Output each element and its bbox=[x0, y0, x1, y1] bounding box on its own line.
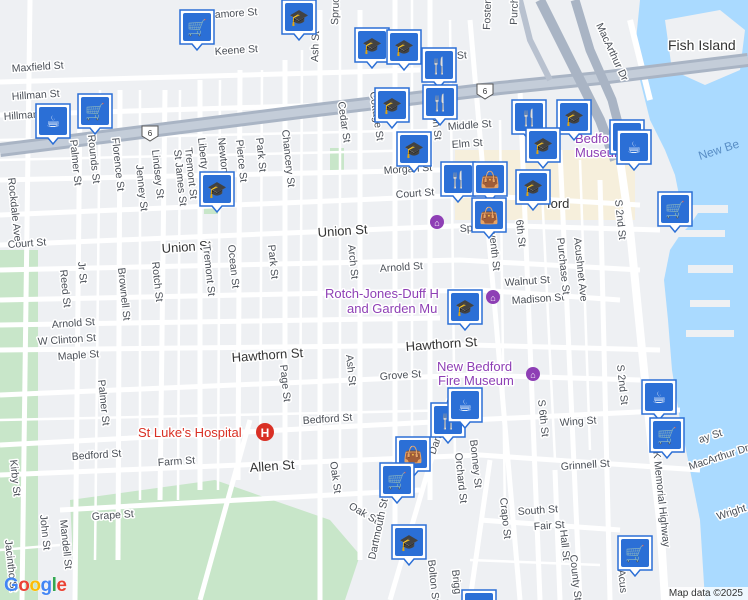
shopping-marker[interactable]: 👜 bbox=[471, 197, 507, 240]
school-icon: 🎓 bbox=[533, 136, 553, 155]
school-icon: 🎓 bbox=[382, 96, 402, 115]
grocery-marker[interactable]: 🛒 bbox=[649, 417, 685, 460]
svg-text:New Bedford: New Bedford bbox=[437, 359, 512, 374]
shopping-marker[interactable]: 👜 bbox=[472, 161, 508, 204]
street-label: Jr St bbox=[75, 261, 89, 284]
school-icon: 🎓 bbox=[289, 8, 309, 27]
grocery-marker[interactable]: 🛒 bbox=[179, 9, 215, 52]
street-label: Elm St bbox=[451, 137, 483, 151]
school-icon: 🎓 bbox=[455, 298, 475, 317]
grocery-marker[interactable]: 🛒 bbox=[657, 191, 693, 234]
street-label: Purch bbox=[508, 0, 521, 25]
svg-text:and Garden Mu: and Garden Mu bbox=[347, 301, 437, 316]
cafe-marker[interactable]: ☕ bbox=[35, 103, 71, 146]
grocery-marker[interactable]: 🛒 bbox=[617, 535, 653, 578]
school-marker[interactable]: 🎓 bbox=[281, 0, 317, 42]
school-icon: 🎓 bbox=[394, 38, 414, 57]
cafe-marker[interactable]: ☕ bbox=[616, 129, 652, 172]
svg-text:St Luke's Hospital: St Luke's Hospital bbox=[138, 425, 242, 440]
grocery-icon: 🛒 bbox=[665, 200, 685, 219]
cafe-marker[interactable]: ☕ bbox=[641, 379, 677, 422]
school-icon: 🎓 bbox=[399, 533, 419, 552]
restaurant-marker[interactable]: 🍴 bbox=[440, 161, 476, 204]
grocery-marker[interactable]: 🛒 bbox=[379, 462, 415, 505]
school-icon: 🎓 bbox=[404, 140, 424, 159]
place-label: Fish Island bbox=[668, 37, 736, 53]
svg-text:6: 6 bbox=[483, 87, 488, 96]
grocery-icon: 🛒 bbox=[387, 471, 407, 490]
school-marker[interactable]: 🎓 bbox=[461, 589, 497, 600]
street-label: Foster St bbox=[481, 0, 494, 30]
restaurant-marker[interactable]: 🍴 bbox=[421, 47, 457, 90]
cafe-icon: ☕ bbox=[46, 112, 60, 131]
google-logo: Google bbox=[4, 575, 67, 597]
school-marker[interactable]: 🎓 bbox=[391, 524, 427, 567]
restaurant-icon: 🍴 bbox=[429, 56, 449, 75]
map-attribution[interactable]: Map data ©2025 bbox=[663, 587, 748, 600]
svg-text:H: H bbox=[261, 426, 270, 440]
svg-text:⌂: ⌂ bbox=[530, 370, 535, 380]
cafe-marker[interactable]: ☕ bbox=[447, 387, 483, 430]
school-marker[interactable]: 🎓 bbox=[525, 127, 561, 170]
school-marker[interactable]: 🎓 bbox=[199, 171, 235, 214]
street-label: Wing St bbox=[559, 414, 597, 429]
grocery-icon: 🛒 bbox=[187, 18, 207, 37]
grocery-icon: 🛒 bbox=[625, 544, 645, 563]
svg-text:⌂: ⌂ bbox=[434, 218, 439, 228]
street-label: Ash St bbox=[309, 31, 322, 62]
school-marker[interactable]: 🎓 bbox=[386, 29, 422, 72]
grocery-marker[interactable]: 🛒 bbox=[77, 93, 113, 136]
cafe-icon: ☕ bbox=[652, 388, 666, 407]
shopping-icon: 👜 bbox=[479, 206, 499, 225]
svg-text:6: 6 bbox=[148, 129, 153, 138]
school-icon: 🎓 bbox=[523, 178, 543, 197]
street-label: Allen St bbox=[249, 457, 295, 475]
svg-text:⌂: ⌂ bbox=[490, 293, 495, 303]
school-marker[interactable]: 🎓 bbox=[515, 169, 551, 212]
street-label: Acus bbox=[615, 569, 629, 593]
restaurant-icon: 🍴 bbox=[430, 93, 450, 112]
grocery-icon: 🛒 bbox=[657, 426, 677, 445]
shopping-icon: 👜 bbox=[480, 170, 500, 189]
svg-text:Fire Museum: Fire Museum bbox=[438, 373, 514, 388]
map-canvas[interactable]: 6 6 amore StMaxfield StKeene StHillman S… bbox=[0, 0, 748, 600]
school-marker[interactable]: 🎓 bbox=[354, 27, 390, 70]
restaurant-icon: 🍴 bbox=[448, 170, 468, 189]
street-label: Spruce St bbox=[329, 0, 343, 25]
school-icon: 🎓 bbox=[207, 180, 227, 199]
restaurant-icon: 🍴 bbox=[519, 108, 539, 127]
school-marker[interactable]: 🎓 bbox=[447, 289, 483, 332]
school-icon: 🎓 bbox=[564, 108, 584, 127]
shopping-icon: 👜 bbox=[403, 445, 423, 464]
grocery-icon: 🛒 bbox=[85, 102, 105, 121]
school-marker[interactable]: 🎓 bbox=[556, 99, 592, 142]
restaurant-marker[interactable]: 🍴 bbox=[422, 84, 458, 127]
school-marker[interactable]: 🎓 bbox=[374, 87, 410, 130]
svg-text:Rotch-Jones-Duff H: Rotch-Jones-Duff H bbox=[325, 286, 439, 301]
cafe-icon: ☕ bbox=[458, 396, 472, 415]
school-marker[interactable]: 🎓 bbox=[396, 131, 432, 174]
poi-museum-icon[interactable]: ⌂ bbox=[430, 215, 444, 229]
cafe-icon: ☕ bbox=[627, 138, 641, 157]
school-icon: 🎓 bbox=[362, 36, 382, 55]
